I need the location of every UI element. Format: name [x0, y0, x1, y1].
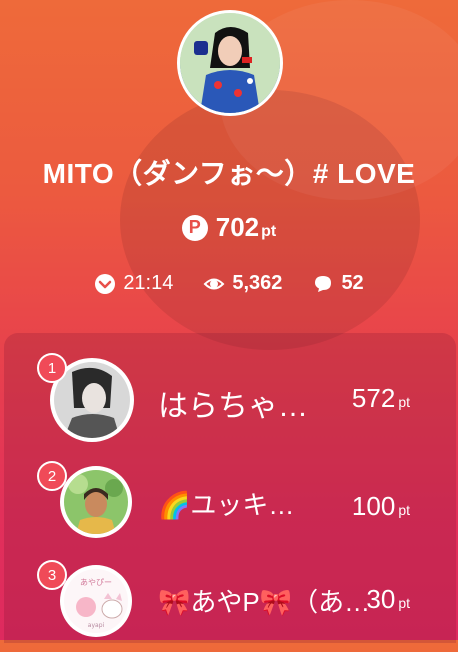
- ranking-points: 30 pt: [366, 584, 410, 615]
- ranking-user-name: 🎀あやP🎀（あ…: [158, 587, 371, 617]
- ranking-user-name: 🌈ユッキ…: [158, 490, 295, 520]
- stat-comments-value: 52: [341, 272, 364, 294]
- svg-text:ayapi: ayapi: [88, 622, 105, 629]
- clock-icon: [94, 273, 116, 295]
- ranking-points-unit: pt: [398, 394, 410, 410]
- stat-comments: 52: [312, 272, 364, 295]
- stat-viewers: 5,362: [203, 272, 282, 295]
- streamer-avatar[interactable]: [177, 10, 283, 116]
- svg-text:あやぴー: あやぴー: [80, 578, 112, 587]
- ranking-points: 100 pt: [352, 491, 410, 522]
- speech-bubble-icon: [312, 273, 334, 295]
- eye-icon: [203, 273, 225, 295]
- rank-badge: 2: [37, 461, 67, 491]
- ranking-row[interactable]: あやぴー ayapi 3 🎀あやP🎀（あ… 30 pt: [0, 560, 458, 652]
- ranking-user-name: はらちゃ…: [158, 390, 308, 423]
- ranking-points-value: 572: [351, 383, 396, 413]
- ranking-points-unit: pt: [398, 502, 410, 518]
- p-coin-icon: P: [181, 214, 208, 241]
- stat-time-value: 21:14: [123, 272, 174, 294]
- points-display: P 702 pt: [0, 212, 458, 243]
- avatar: あやぴー ayapi: [60, 565, 132, 637]
- points-value: 702: [215, 212, 260, 242]
- streamer-name: MITO（ダンフぉ〜）# LOVE: [42, 158, 416, 189]
- ranking-points-unit: pt: [398, 595, 410, 611]
- ranking-points-value: 100: [351, 491, 396, 521]
- ranking-row[interactable]: 1 はらちゃ… 572 pt: [0, 353, 458, 445]
- ranking-points: 572 pt: [352, 383, 410, 414]
- rank-badge: 3: [37, 560, 67, 590]
- stat-viewers-value: 5,362: [232, 272, 283, 294]
- ranking-points-value: 30: [366, 584, 396, 614]
- ranking-row[interactable]: 2 🌈ユッキ… 100 pt: [0, 461, 458, 553]
- rank-badge: 1: [37, 353, 67, 383]
- avatar: [60, 466, 132, 538]
- stats-bar: 21:14 5,362 52: [0, 272, 458, 295]
- stat-time: 21:14: [94, 272, 173, 295]
- points-unit: pt: [261, 223, 277, 240]
